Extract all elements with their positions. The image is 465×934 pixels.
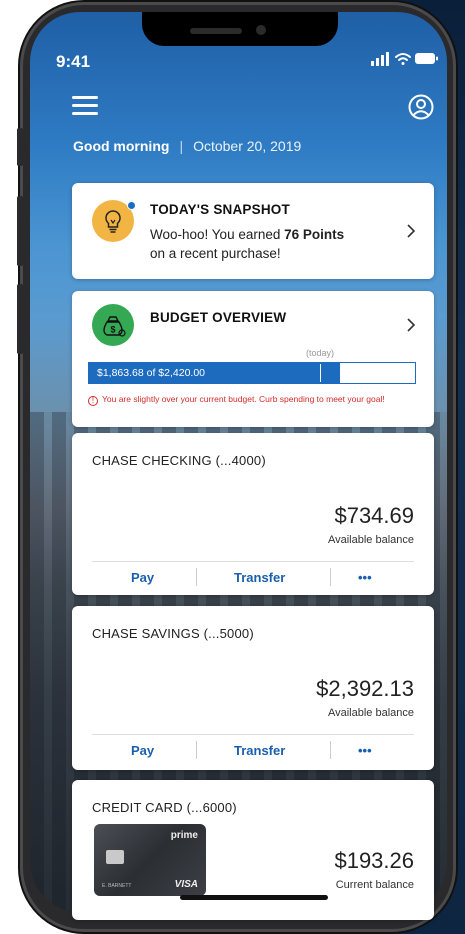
card-owner: E. BARNETT xyxy=(102,883,132,889)
card-brand-visa: VISA xyxy=(174,879,198,890)
wifi-icon xyxy=(395,53,411,65)
divider xyxy=(92,561,414,562)
snapshot-title: TODAY'S SNAPSHOT xyxy=(150,202,290,217)
budget-today-label: (today) xyxy=(306,348,335,358)
balance-label: Current balance xyxy=(335,879,414,891)
notification-dot xyxy=(127,201,136,210)
greeting-separator: | xyxy=(179,138,184,154)
action-separator xyxy=(330,741,331,759)
battery-icon xyxy=(415,53,438,64)
snapshot-message-line2: on a recent purchase! xyxy=(150,246,281,261)
more-options-button[interactable]: ••• xyxy=(358,743,372,758)
balance-label: Available balance xyxy=(327,534,414,546)
camera xyxy=(256,25,266,35)
more-options-button[interactable]: ••• xyxy=(358,570,372,585)
transfer-button[interactable]: Transfer xyxy=(234,743,285,758)
savings-account-card[interactable]: CHASE SAVINGS (...5000) $2,392.13 Availa… xyxy=(72,606,434,770)
greeting-salutation: Good morning xyxy=(73,138,170,154)
chevron-right-icon xyxy=(407,318,416,332)
signal-icon xyxy=(371,52,389,66)
budget-progress-bar: $1,863.68 of $2,420.00 xyxy=(88,362,416,384)
checking-account-card[interactable]: CHASE CHECKING (...4000) $734.69 Availab… xyxy=(72,433,434,595)
account-balance: $734.69 xyxy=(334,503,414,528)
status-icons xyxy=(371,51,439,67)
svg-text:$: $ xyxy=(110,325,115,335)
action-separator xyxy=(196,741,197,759)
transfer-button[interactable]: Transfer xyxy=(234,570,285,585)
pay-button[interactable]: Pay xyxy=(131,743,154,758)
account-balance: $2,392.13 xyxy=(316,676,414,701)
balance-label: Available balance xyxy=(327,707,414,719)
chevron-right-icon xyxy=(407,224,416,238)
greeting-date: October 20, 2019 xyxy=(193,138,302,154)
card-brand-prime: prime xyxy=(170,830,198,841)
speaker xyxy=(190,28,242,34)
greeting-line: Good morning | October 20, 2019 xyxy=(73,138,301,154)
divider xyxy=(92,734,414,735)
snapshot-points: 76 Points xyxy=(284,227,345,242)
warning-icon: ! xyxy=(88,396,98,406)
snapshot-message-line1: Woo-hoo! You earned 76 Points xyxy=(150,227,344,242)
account-name: CHASE SAVINGS (...5000) xyxy=(92,626,254,641)
profile-icon[interactable] xyxy=(408,94,434,120)
money-bag-icon: $ xyxy=(92,304,134,346)
home-indicator[interactable] xyxy=(180,895,328,900)
budget-today-marker xyxy=(320,364,321,382)
hamburger-menu-icon[interactable] xyxy=(72,96,98,116)
budget-amount: $1,863.68 of $2,420.00 xyxy=(97,367,206,379)
account-balance: $193.26 xyxy=(334,848,414,873)
account-name: CHASE CHECKING (...4000) xyxy=(92,453,266,468)
budget-warning-text: You are slightly over your current budge… xyxy=(102,394,385,404)
status-time: 9:41 xyxy=(56,52,91,71)
snapshot-message-prefix: Woo-hoo! You earned xyxy=(150,227,285,242)
action-separator xyxy=(196,568,197,586)
account-name: CREDIT CARD (...6000) xyxy=(92,800,237,815)
action-separator xyxy=(330,568,331,586)
budget-title: BUDGET OVERVIEW xyxy=(150,310,287,325)
pay-button[interactable]: Pay xyxy=(131,570,154,585)
card-chip-icon xyxy=(106,850,124,864)
budget-overview-card[interactable]: $ BUDGET OVERVIEW (today) $1,863.68 of $… xyxy=(72,291,434,427)
snapshot-card[interactable]: TODAY'S SNAPSHOT Woo-hoo! You earned 76 … xyxy=(72,183,434,279)
budget-warning: ! You are slightly over your current budg… xyxy=(88,394,385,406)
credit-card-image: prime E. BARNETT VISA xyxy=(94,824,206,896)
